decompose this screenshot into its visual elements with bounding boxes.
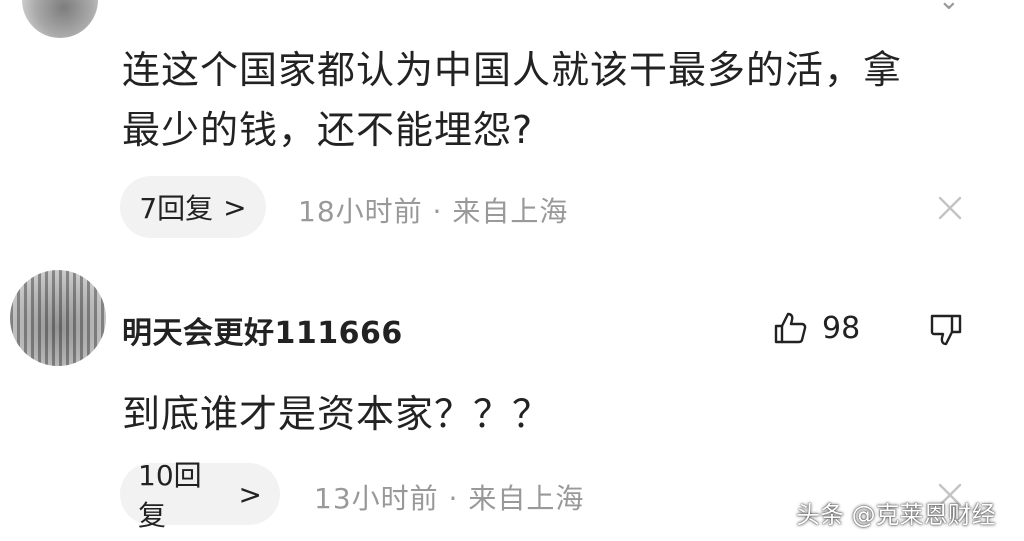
- comment-text-line: 最少的钱，还不能埋怨?: [122, 108, 534, 152]
- avatar[interactable]: [22, 0, 98, 38]
- chevron-right-icon: >: [238, 477, 262, 511]
- chevron-right-icon: >: [223, 190, 247, 224]
- like-count: 98: [822, 311, 861, 346]
- replies-label: 10回复: [138, 459, 202, 532]
- replies-label: 7回复: [139, 192, 214, 225]
- close-icon[interactable]: [936, 194, 964, 222]
- watermark: 头条 @克莱恩财经: [796, 501, 996, 529]
- replies-button[interactable]: 10回复 >: [120, 459, 280, 532]
- username[interactable]: 明天会更好111666: [122, 308, 403, 352]
- comment-text: 连这个国家都认为中国人就该干最多的活，拿 最少的钱，还不能埋怨?: [122, 40, 982, 160]
- comment-meta: 13小时前 · 来自上海: [314, 482, 585, 515]
- thumbs-up-icon[interactable]: [772, 310, 808, 346]
- more-icon[interactable]: ⌄: [938, 0, 960, 16]
- comment-text: 到底谁才是资本家？？？: [122, 392, 552, 436]
- avatar[interactable]: [10, 270, 106, 366]
- replies-button[interactable]: 7回复 >: [120, 176, 266, 238]
- comment-meta: 18小时前 · 来自上海: [298, 195, 569, 228]
- thumbs-down-icon[interactable]: [928, 312, 964, 348]
- comment-text-line: 连这个国家都认为中国人就该干最多的活，拿: [122, 48, 903, 92]
